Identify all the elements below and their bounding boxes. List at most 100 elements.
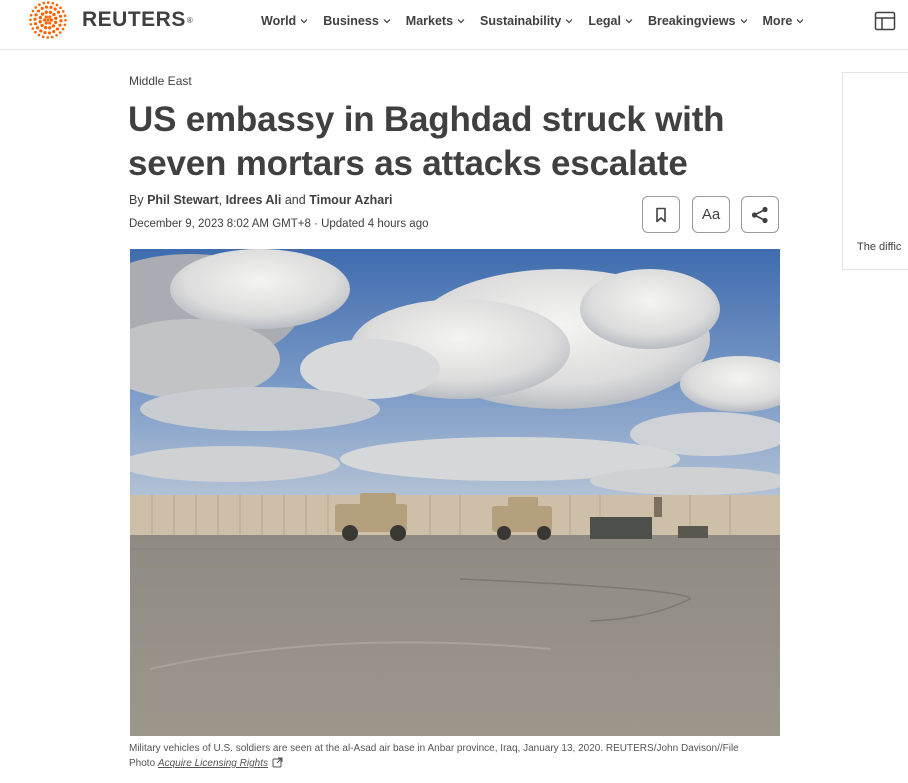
logo-dot [46,1,50,4]
logo-dot [40,6,44,10]
logo-dot [51,24,56,28]
nav-item-sustainability[interactable]: Sustainability [480,12,573,30]
logo-dot [44,10,48,14]
logo-dot [42,18,47,22]
nav-item-label: Breakingviews [647,14,736,28]
text-size-button[interactable]: Aa [692,196,730,233]
chevron-down-icon [625,17,633,25]
logo-dot [44,21,48,25]
logo-dot [43,25,48,30]
logo-dot [44,5,49,9]
logo-dot [31,9,35,13]
author-link[interactable]: Phil Stewart [147,193,219,207]
logo-dot [34,6,38,9]
author-link[interactable]: Idrees Ali [226,193,282,207]
logo-dot [38,20,42,24]
logo-dot [46,18,50,22]
byline-prefix: By [129,193,148,207]
article-headline: US embassy in Baghdad struck with seven … [128,98,748,186]
logo-dot [43,31,47,35]
nav-item-label: Markets [405,14,454,28]
photo-caption: Military vehicles of U.S. soldiers are s… [129,741,779,771]
byline: By Phil Stewart, Idrees Ali and Timour A… [129,193,393,207]
nav-item-label: Legal [588,14,621,28]
logo-dot [36,9,41,13]
share-button[interactable] [741,196,779,233]
logo-dot [63,14,67,18]
layout-grid-icon[interactable] [874,11,896,31]
logo-dot [34,30,37,34]
bookmark-button[interactable] [642,196,680,233]
logo-dot [50,35,54,39]
share-icon [751,206,768,223]
logo-dot [33,17,37,21]
logo-dot [29,13,33,17]
logo-dot [52,12,56,17]
nav-item-world[interactable]: World [261,12,308,30]
logo-dot [47,31,52,35]
nav-item-business[interactable]: Business [323,12,391,30]
logo-dot [49,18,54,22]
nav-item-breakingviews[interactable]: Breakingviews [648,12,748,30]
logo-dot [40,12,45,16]
logo-dot [58,14,63,18]
logo-registered-mark: ® [186,15,193,25]
logo-dot [48,26,52,30]
acquire-licensing-link[interactable]: Acquire Licensing Rights [158,758,268,769]
logo-dot [46,36,50,39]
logo-dot [58,31,62,34]
logo-dot [29,18,32,22]
article-photo[interactable] [130,249,780,736]
nav-item-label: More [762,14,793,28]
chevron-down-icon [796,17,804,25]
caption-photo-label: Photo [129,758,158,769]
logo-dot [56,10,61,14]
chevron-down-icon [383,17,391,25]
byline-separator: and [281,193,310,207]
logo-dot [31,27,35,30]
logo-dot [44,15,48,19]
logo-dot [58,23,62,27]
logo-dot [40,23,44,28]
chevron-down-icon [457,17,465,25]
nav-item-label: World [261,14,297,28]
logo-dot [59,19,63,23]
logo-dot [39,29,43,33]
logo-dot [48,21,52,25]
logo-dot [55,3,59,7]
logo-dot [33,22,38,26]
logo-dot [38,3,41,7]
bookmark-icon [656,207,666,222]
logo-dot [38,15,43,20]
logo-dot [61,27,65,31]
reuters-logo[interactable]: REUTERS ® [26,0,193,40]
chevron-down-icon [300,17,308,25]
logo-dot [52,30,56,34]
caption-text: Military vehicles of U.S. soldiers are s… [129,743,739,754]
logo-dot [29,22,33,26]
author-link[interactable]: Timour Azhari [309,193,392,207]
logo-dot [41,35,45,39]
main-nav: World Business Markets Sustainability Le… [261,12,819,30]
logo-dot [53,20,58,25]
nav-item-more[interactable]: More [763,12,805,30]
logo-dot [42,1,46,5]
text-size-label: Aa [701,206,721,223]
logo-dot [63,23,67,27]
reuters-logo-mark-icon [29,1,67,39]
nav-item-markets[interactable]: Markets [406,12,465,30]
nav-item-legal[interactable]: Legal [588,12,633,30]
chevron-down-icon [740,17,748,25]
logo-dot [55,27,60,31]
logo-text: REUTERS [82,8,186,31]
logo-dot [34,13,38,17]
logo-dot [53,7,57,11]
external-link-icon[interactable] [272,757,283,768]
headline-line-2: seven mortars as attacks escalate [128,144,688,183]
section-label[interactable]: Middle East [129,74,192,88]
logo-dot [59,6,62,10]
article-dateline: December 9, 2023 8:02 AM GMT+8 · Updated… [129,218,429,230]
logo-dot [55,33,58,37]
nav-item-label: Business [323,14,379,28]
logo-dot [37,33,41,37]
